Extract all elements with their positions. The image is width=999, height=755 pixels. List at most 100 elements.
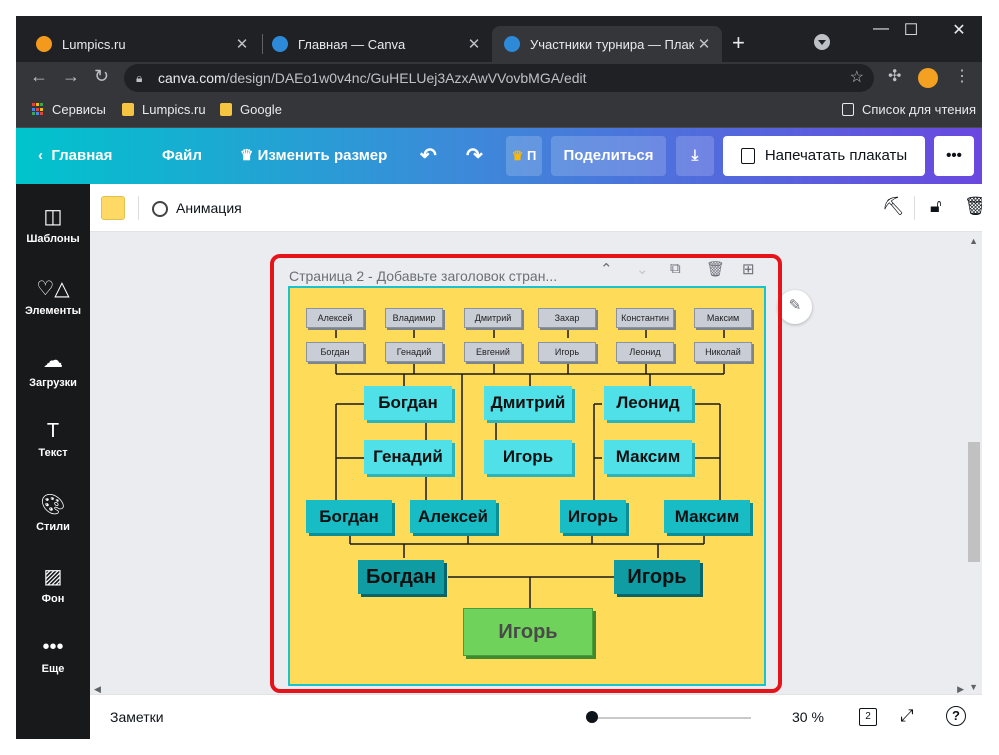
close-tab-icon[interactable]: ✕ (232, 35, 252, 53)
tab-title: Главная — Canva (298, 36, 406, 52)
folder-icon (122, 103, 134, 116)
folder-icon (220, 103, 232, 116)
help-icon[interactable]: ? (946, 706, 966, 726)
canva-favicon-icon (504, 36, 520, 52)
print-posters-button[interactable]: Напечатать плакаты (723, 136, 925, 176)
fullscreen-icon[interactable]: ⤢ (900, 706, 914, 726)
styles-icon: 🎨︎ (40, 494, 66, 516)
close-tab-icon[interactable]: ✕ (464, 35, 484, 53)
maximize-icon[interactable]: ☐ (896, 20, 926, 40)
text-icon: T (46, 420, 60, 442)
bookmarks-bar: Сервисы Lumpics.ru Google Список для чте… (16, 94, 982, 128)
url-host: canva.com (158, 70, 226, 86)
forward-arrow-icon[interactable]: → (62, 66, 80, 87)
sidebar-item-text[interactable]: T Текст (16, 420, 90, 459)
premium-label: П (526, 148, 537, 163)
file-menu-button[interactable]: Файл (162, 128, 202, 184)
animation-icon (152, 201, 168, 218)
sidebar-item-label: Еще (41, 663, 65, 675)
sidebar-item-label: Фон (41, 593, 65, 605)
sidebar-item-templates[interactable]: ◫ Шаблоны (16, 204, 90, 245)
url-bar[interactable]: 🔒︎ canva.com/design/DAEo1w0v4nc/GuHELUej… (124, 64, 874, 92)
resize-label: Изменить размер (257, 147, 388, 164)
canva-header: ‹ Главная Файл ♛ Изменить размер ↶ ↷ ♛ П… (16, 128, 982, 184)
context-toolbar: Анимация ⛏︎ 🔓︎ 🗑︎ (90, 184, 982, 232)
tab-canva-poster[interactable]: Участники турнира — Плакат ✕ (492, 26, 722, 62)
more-icon: ••• (42, 636, 64, 658)
lock-icon: 🔒︎ (136, 71, 143, 85)
sidebar-item-styles[interactable]: 🎨︎ Стили (16, 492, 90, 533)
tab-lumpics[interactable]: Lumpics.ru ✕ (24, 26, 260, 62)
bookmark-lumpics[interactable]: Lumpics.ru (122, 102, 206, 117)
redo-icon[interactable]: ↷ (466, 128, 483, 184)
sidebar-item-elements[interactable]: ♡△ Элементы (16, 276, 90, 317)
background-icon: ▨ (43, 566, 63, 588)
left-sidebar: ◫ Шаблоны ♡△ Элементы ☁ Загрузки T Текст… (16, 184, 90, 739)
animation-button[interactable]: Анимация (152, 184, 242, 232)
download-icon[interactable]: ⤓ (676, 136, 714, 176)
close-tab-icon[interactable]: ✕ (694, 35, 714, 53)
bookmark-google[interactable]: Google (220, 102, 282, 117)
tab-canva-home[interactable]: Главная — Canva ✕ (260, 26, 492, 62)
crown-icon: ♛ (511, 148, 524, 163)
reading-list-icon (842, 103, 854, 116)
close-window-icon[interactable]: ✕ (944, 20, 974, 40)
lumpics-favicon-icon (36, 36, 52, 52)
tab-strip: Lumpics.ru ✕ Главная — Canva ✕ Участники… (16, 16, 982, 62)
print-image-icon (740, 148, 755, 165)
crown-icon: ♛ (240, 147, 258, 164)
vertical-scrollbar[interactable] (968, 442, 980, 562)
home-label: Главная (51, 147, 113, 164)
apps-grid-icon (32, 103, 44, 116)
browser-menu-icon[interactable]: ⋮ (954, 66, 970, 86)
scroll-down-arrow-icon[interactable]: ▼ (969, 682, 978, 692)
zoom-level[interactable]: 30 % (792, 695, 824, 739)
add-comment-icon[interactable]: ✎ (778, 290, 812, 324)
canva-favicon-icon (272, 36, 288, 52)
share-button[interactable]: Поделиться (551, 136, 666, 176)
new-tab-button[interactable]: + (732, 30, 745, 56)
zoom-slider-track[interactable] (591, 717, 751, 719)
profile-avatar[interactable] (918, 68, 938, 88)
zoom-slider-handle[interactable] (586, 711, 598, 723)
bookmark-star-icon[interactable]: ☆ (850, 64, 864, 92)
tab-search-icon[interactable] (814, 34, 830, 50)
scroll-up-arrow-icon[interactable]: ▲ (969, 236, 978, 246)
elements-icon: ♡△ (36, 278, 70, 300)
bottom-bar: Заметки 30 % 2 ⤢ ? (90, 694, 982, 739)
sidebar-item-uploads[interactable]: ☁ Загрузки (16, 348, 90, 389)
tab-title: Lumpics.ru (62, 36, 126, 52)
bookmark-label: Сервисы (52, 102, 106, 117)
unlock-icon[interactable]: 🔓︎ (930, 196, 942, 217)
trash-icon[interactable]: 🗑︎ (964, 196, 982, 217)
home-button[interactable]: ‹ Главная (38, 128, 112, 184)
toolbar-divider (914, 196, 915, 220)
page-count-button[interactable]: 2 (859, 708, 877, 726)
bookmark-label: Lumpics.ru (142, 102, 206, 117)
background-color-swatch[interactable] (101, 196, 125, 220)
premium-button[interactable]: ♛ П (506, 136, 542, 176)
toolbar-divider (138, 196, 139, 220)
reading-list-button[interactable]: Список для чтения (842, 102, 976, 117)
more-options-button[interactable]: ••• (934, 136, 974, 176)
back-arrow-icon[interactable]: ← (30, 66, 48, 87)
paint-roller-icon[interactable]: ⛏︎ (882, 196, 905, 217)
sidebar-item-label: Стили (36, 521, 70, 533)
bookmark-services[interactable]: Сервисы (32, 102, 106, 117)
reading-list-label: Список для чтения (862, 102, 976, 117)
url-path: /design/DAEo1w0v4nc/GuHELUej3AzxAwVVovbM… (225, 70, 587, 86)
uploads-icon: ☁ (43, 350, 63, 372)
selection-highlight-frame (270, 254, 782, 693)
notes-button[interactable]: Заметки (110, 695, 164, 739)
extensions-icon[interactable]: ✣ (888, 66, 901, 86)
minimize-icon[interactable]: — (866, 20, 896, 38)
sidebar-item-label: Элементы (24, 305, 82, 317)
undo-icon[interactable]: ↶ (420, 128, 437, 184)
sidebar-item-label: Загрузки (29, 377, 77, 389)
resize-button[interactable]: ♛ Изменить размер (240, 128, 387, 184)
reload-icon[interactable]: ↻ (94, 66, 109, 87)
animation-label: Анимация (176, 200, 242, 216)
sidebar-item-background[interactable]: ▨ Фон (16, 564, 90, 605)
sidebar-item-more[interactable]: ••• Еще (16, 636, 90, 675)
tab-title: Участники турнира — Плакат (530, 36, 694, 52)
